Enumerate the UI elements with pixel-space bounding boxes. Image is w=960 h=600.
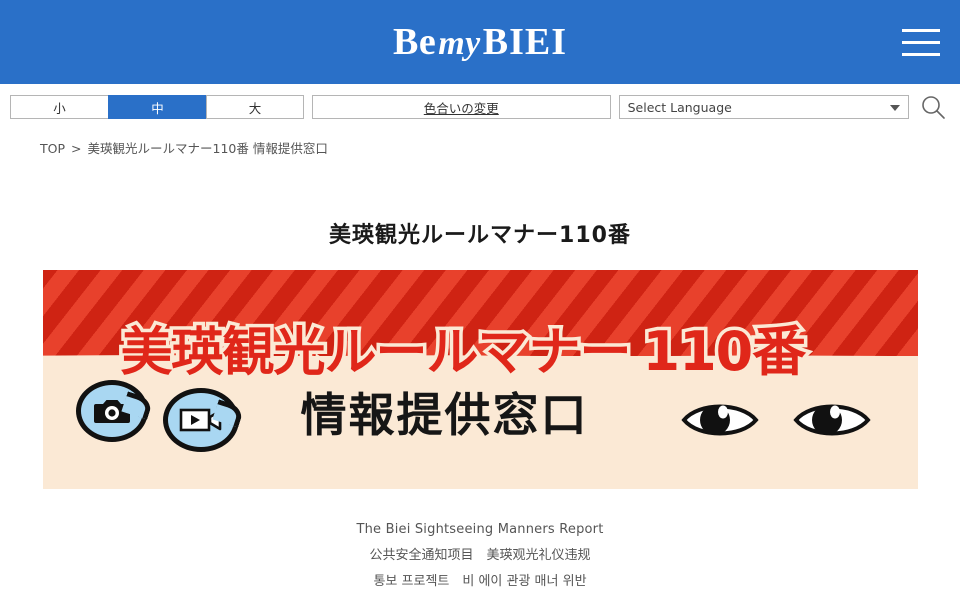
search-button[interactable] [917,90,950,124]
hamburger-bar [902,40,940,44]
hamburger-bar [902,28,940,32]
camera-bubble-icon [75,380,148,442]
breadcrumb-current: 美瑛観光ルールマナー110番 情報提供窓口 [87,141,328,156]
search-icon [922,96,946,119]
eye-icon [792,404,871,436]
site-logo[interactable]: BemyBIEI [393,23,567,61]
page-title: 美瑛観光ルールマナー110番 [329,223,631,248]
logo-text-my: my [438,25,481,62]
hamburger-bar [902,52,940,56]
caption-line-zh: 公共安全通知项目 美瑛观光礼仪违规 [369,548,591,563]
site-header: BemyBIEI [0,0,960,84]
color-change-button[interactable]: 色合いの変更 [312,95,611,119]
breadcrumb: TOP > 美瑛観光ルールマナー110番 情報提供窓口 [0,130,960,157]
hamburger-menu-icon[interactable] [902,22,942,62]
eyes-group [680,398,871,442]
text-size-small-button[interactable]: 小 [10,95,108,119]
caption-line-en: The Biei Sightseeing Manners Report [356,522,604,537]
text-size-group: 小 中 大 [10,95,304,119]
banner-title-number: 110番 [639,320,810,383]
utility-bar: 小 中 大 色合いの変更 Select Language [0,84,960,130]
color-change-label: 色合いの変更 [423,100,499,116]
chevron-down-icon [889,105,900,111]
banner-title-main-text: 美瑛観光ルールマナー [117,323,635,383]
manners-report-banner[interactable]: 美瑛観光ルールマナー 110番 情報提供窓口 [42,270,918,489]
logo-text-biei: BIEI [482,21,568,63]
breadcrumb-separator: > [71,141,82,156]
banner-title-sub: 情報提供窓口 [300,388,589,442]
language-select[interactable]: Select Language [618,95,909,119]
text-size-medium-button[interactable]: 中 [108,95,206,119]
logo-text-be: Be [392,21,437,63]
camera-icon [93,400,130,423]
language-select-value: Select Language [627,99,732,115]
breadcrumb-home-link[interactable]: TOP [40,141,65,156]
banner-captions: The Biei Sightseeing Manners Report 公共安全… [0,517,960,595]
caption-line-ko: 통보 프로젝트 비 에이 관광 매너 위반 [373,574,587,589]
text-size-large-button[interactable]: 大 [206,95,304,119]
eye-icon [680,404,759,436]
banner-title-main: 美瑛観光ルールマナー 110番 [117,321,810,383]
video-camera-icon [179,408,221,432]
video-bubble-icon [162,388,239,452]
